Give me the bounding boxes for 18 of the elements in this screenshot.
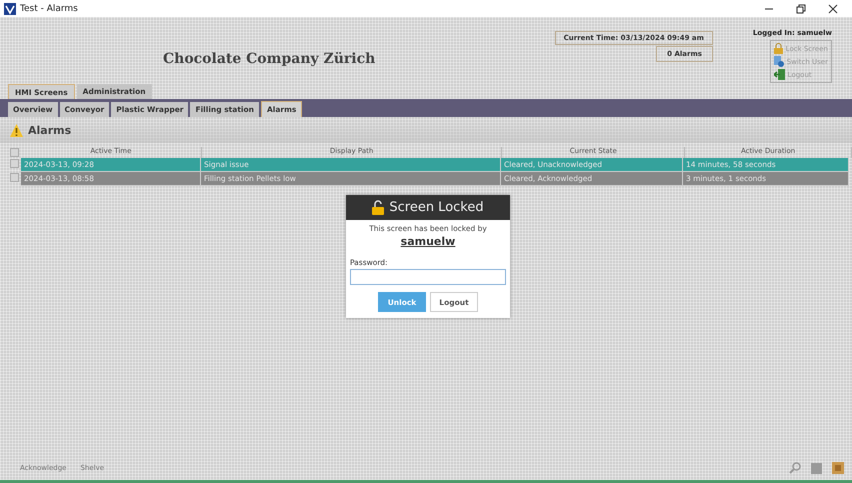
- exit-icon: [774, 69, 785, 80]
- row-checkbox[interactable]: [10, 173, 19, 182]
- password-field[interactable]: [350, 269, 506, 285]
- close-icon[interactable]: [828, 4, 838, 14]
- app-icon: [4, 2, 16, 14]
- search-icon[interactable]: [789, 462, 801, 474]
- page-title: Alarms: [28, 124, 72, 136]
- company-title: Chocolate Company Zürich: [163, 51, 376, 69]
- user-switch-icon: [774, 56, 784, 67]
- warning-icon: [10, 124, 23, 136]
- window-title: Test - Alarms: [20, 4, 78, 14]
- row-checkbox[interactable]: [10, 159, 19, 168]
- padlock-icon: [774, 43, 783, 54]
- padlock-icon: [372, 200, 384, 215]
- select-all-checkbox[interactable]: [10, 148, 19, 157]
- locked-user: samuelw: [400, 235, 456, 248]
- dialog-title: Screen Locked: [389, 200, 484, 215]
- restore-icon[interactable]: [796, 4, 806, 14]
